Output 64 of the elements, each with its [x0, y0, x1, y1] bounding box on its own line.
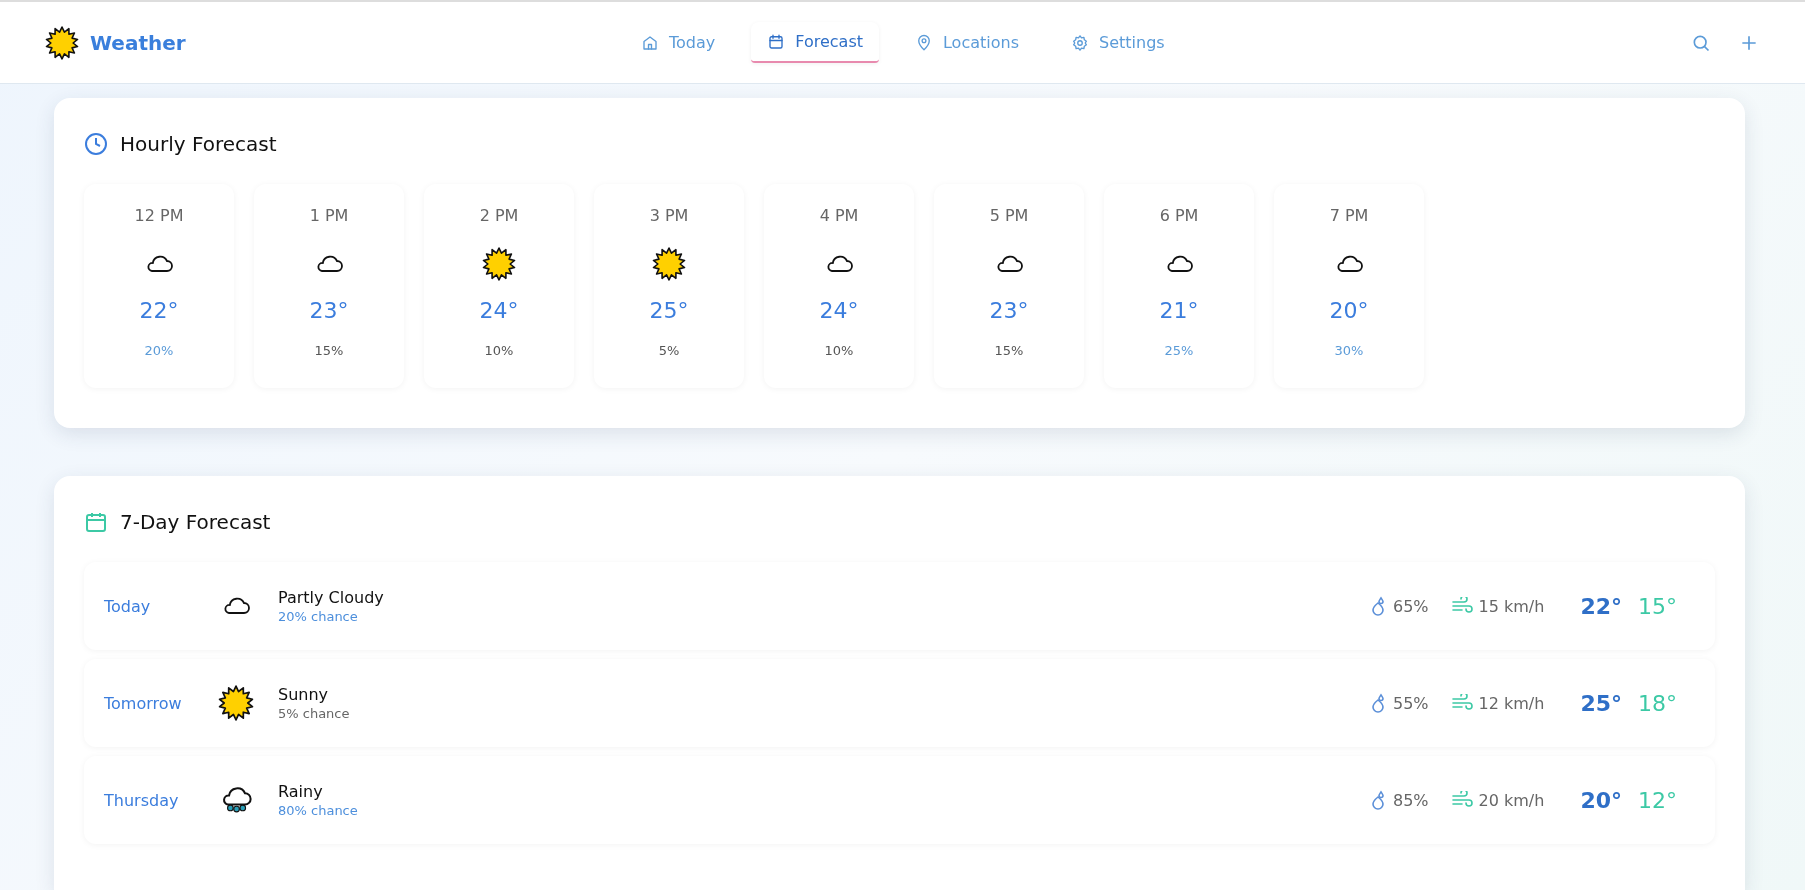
- temperature: 25°: [649, 298, 689, 323]
- low-temperature: 18°: [1638, 690, 1677, 716]
- app-title: Weather: [90, 30, 186, 55]
- logo-icon: [45, 25, 79, 60]
- high-temperature: 22°: [1580, 593, 1622, 619]
- droplet-icon: [1369, 693, 1387, 713]
- panel-title: Hourly Forecast: [120, 132, 277, 156]
- wind-speed: 20 km/h: [1478, 790, 1545, 810]
- rain-chance: 20% chance: [278, 609, 359, 624]
- hour-label: 1 PM: [309, 206, 349, 227]
- nav-tab[interactable]: Today: [625, 23, 732, 62]
- temperature: 23°: [309, 298, 349, 323]
- wind-icon: [1450, 694, 1473, 712]
- hour-label: 6 PM: [1159, 206, 1199, 227]
- temperature: 22°: [139, 298, 179, 323]
- droplet-icon: [1369, 596, 1387, 616]
- rain-chance: 10%: [824, 343, 854, 358]
- wind-icon: [1450, 791, 1473, 809]
- humidity-value: 55%: [1393, 693, 1429, 713]
- day-label: Tomorrow: [104, 693, 183, 713]
- nav-tab[interactable]: Settings: [1055, 23, 1181, 62]
- temperature: 24°: [819, 298, 859, 323]
- rain-chance: 20%: [144, 343, 174, 358]
- hour-label: 7 PM: [1329, 206, 1369, 227]
- hour-label: 4 PM: [819, 206, 859, 227]
- hour-label: 3 PM: [649, 206, 689, 227]
- temperature: 24°: [479, 298, 519, 323]
- hour-label: 12 PM: [134, 206, 184, 227]
- rain-chance: 30%: [1334, 343, 1364, 358]
- wind-speed: 15 km/h: [1478, 596, 1545, 616]
- wind-icon: [1450, 597, 1473, 615]
- rain-chance: 15%: [314, 343, 344, 358]
- rain-chance: 80% chance: [278, 803, 358, 818]
- hour-label: 2 PM: [479, 206, 519, 227]
- wind-speed: 12 km/h: [1478, 693, 1545, 713]
- hour-label: 5 PM: [989, 206, 1029, 227]
- nav-tab[interactable]: Locations: [899, 23, 1035, 62]
- high-temperature: 25°: [1580, 690, 1622, 716]
- clock-icon: [84, 132, 108, 156]
- temperature: 21°: [1159, 298, 1199, 323]
- rain-chance: 25%: [1164, 343, 1194, 358]
- rain-chance: 5% chance: [278, 706, 350, 721]
- settings-icon: [1071, 33, 1089, 52]
- humidity-value: 65%: [1393, 596, 1429, 616]
- condition-text: Partly Cloudy: [278, 588, 384, 607]
- condition-text: Sunny: [278, 685, 330, 704]
- low-temperature: 12°: [1638, 787, 1677, 813]
- day-label: Thursday: [104, 790, 180, 810]
- condition-text: Rainy: [278, 782, 324, 801]
- humidity-value: 85%: [1393, 790, 1429, 810]
- day-label: Today: [104, 596, 152, 616]
- location-pin-icon: [915, 33, 933, 52]
- rain-chance: 15%: [994, 343, 1024, 358]
- temperature: 20°: [1329, 298, 1369, 323]
- low-temperature: 15°: [1638, 593, 1677, 619]
- nav-tab[interactable]: Forecast: [751, 22, 879, 63]
- rain-chance: 5%: [658, 343, 680, 358]
- droplet-icon: [1369, 790, 1387, 810]
- rain-chance: 10%: [484, 343, 514, 358]
- calendar-icon: [767, 32, 786, 51]
- calendar-icon: [84, 510, 108, 534]
- high-temperature: 20°: [1580, 787, 1622, 813]
- panel-title: 7-Day Forecast: [120, 510, 271, 534]
- temperature: 23°: [989, 298, 1029, 323]
